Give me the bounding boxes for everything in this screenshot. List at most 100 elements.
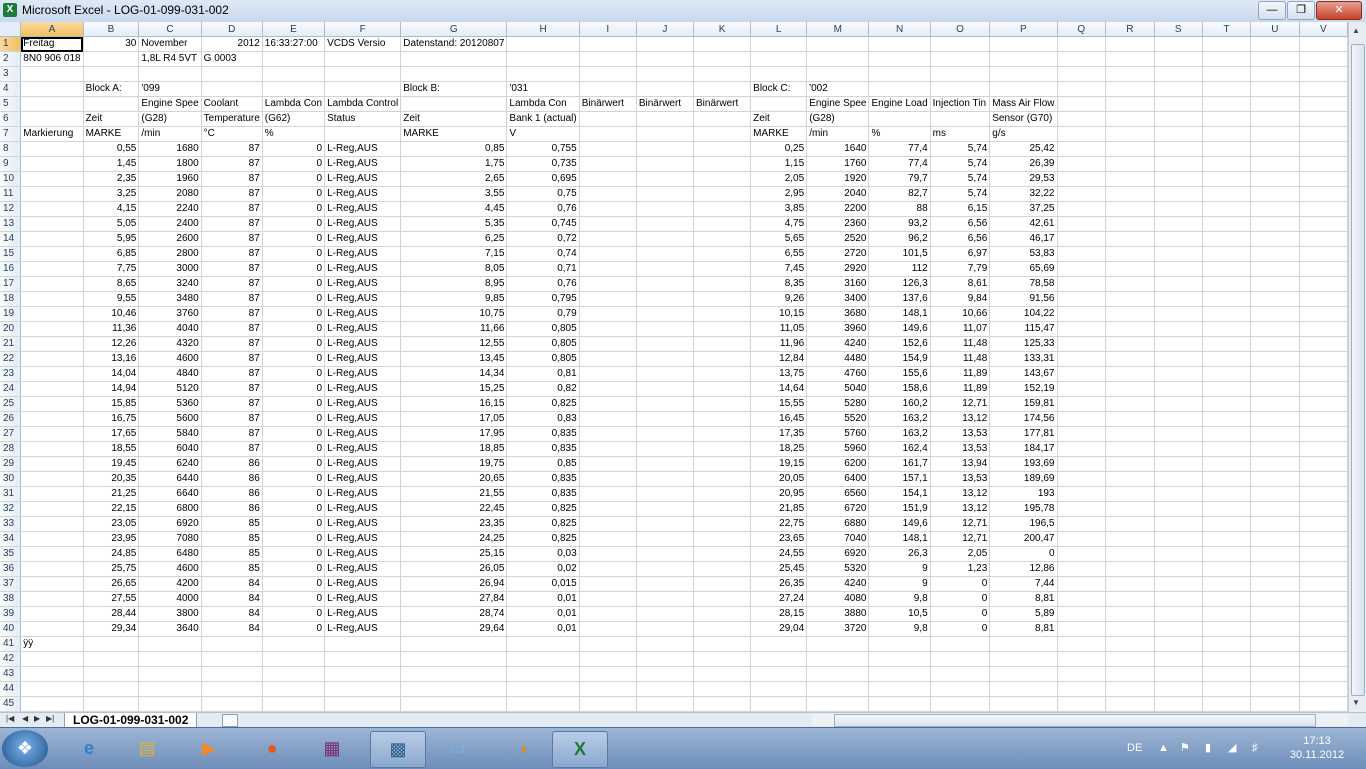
column-header-n[interactable]: N <box>868 22 931 37</box>
cell-g15[interactable]: 7,15 <box>400 246 508 262</box>
cell-d17[interactable]: 87 <box>201 276 263 292</box>
cell-u41[interactable] <box>1250 636 1300 652</box>
cell-q8[interactable] <box>1057 141 1107 157</box>
cell-s3[interactable] <box>1154 66 1203 82</box>
cell-i13[interactable] <box>579 216 637 232</box>
cell-o6[interactable] <box>930 111 991 127</box>
cell-i44[interactable] <box>579 681 637 697</box>
row-header[interactable]: 30 <box>0 471 22 487</box>
cell-e16[interactable]: 0 <box>262 261 326 277</box>
cell-l9[interactable]: 1,15 <box>750 156 808 172</box>
cell-a31[interactable] <box>20 486 84 502</box>
cell-e20[interactable]: 0 <box>262 321 326 337</box>
cell-a26[interactable] <box>20 411 84 427</box>
cell-i19[interactable] <box>579 306 637 322</box>
cell-m39[interactable]: 3880 <box>806 606 870 622</box>
cell-c24[interactable]: 5120 <box>138 381 202 397</box>
cell-i27[interactable] <box>579 426 637 442</box>
cell-f8[interactable]: L-Reg,AUS <box>324 141 402 157</box>
cell-n34[interactable]: 148,1 <box>868 531 931 547</box>
cell-u6[interactable] <box>1250 111 1300 127</box>
cell-v38[interactable] <box>1299 591 1348 607</box>
row-header[interactable]: 18 <box>0 291 22 307</box>
cell-n17[interactable]: 126,3 <box>868 276 931 292</box>
cell-n4[interactable] <box>868 81 931 97</box>
cell-s36[interactable] <box>1154 561 1203 577</box>
cell-k17[interactable] <box>693 276 752 292</box>
cell-r19[interactable] <box>1105 306 1155 322</box>
cell-d36[interactable]: 85 <box>201 561 263 577</box>
cell-e33[interactable]: 0 <box>262 516 326 532</box>
cell-l25[interactable]: 15,55 <box>750 396 808 412</box>
cell-g43[interactable] <box>400 666 508 682</box>
cell-h7[interactable]: V <box>506 126 580 142</box>
cell-a35[interactable] <box>20 546 84 562</box>
cell-s12[interactable] <box>1154 201 1203 217</box>
row-header[interactable]: 9 <box>0 156 22 172</box>
cell-l26[interactable]: 16,45 <box>750 411 808 427</box>
cell-d31[interactable]: 86 <box>201 486 263 502</box>
cell-f19[interactable]: L-Reg,AUS <box>324 306 402 322</box>
row-header[interactable]: 41 <box>0 636 22 652</box>
cell-a24[interactable] <box>20 381 84 397</box>
cell-d5[interactable]: Coolant <box>201 96 263 112</box>
cell-m24[interactable]: 5040 <box>806 381 870 397</box>
cell-b3[interactable] <box>83 66 140 82</box>
cell-q36[interactable] <box>1057 561 1107 577</box>
cell-g2[interactable] <box>400 51 508 67</box>
cell-v29[interactable] <box>1299 456 1348 472</box>
cell-s2[interactable] <box>1154 51 1203 67</box>
cell-v30[interactable] <box>1299 471 1348 487</box>
cell-d38[interactable]: 84 <box>201 591 263 607</box>
cell-b31[interactable]: 21,25 <box>83 486 140 502</box>
cell-a8[interactable] <box>20 141 84 157</box>
cell-n33[interactable]: 149,6 <box>868 516 931 532</box>
cell-c8[interactable]: 1680 <box>138 141 202 157</box>
cell-c39[interactable]: 3800 <box>138 606 202 622</box>
cell-r27[interactable] <box>1105 426 1155 442</box>
column-header-d[interactable]: D <box>201 22 263 37</box>
cell-b5[interactable] <box>83 96 140 112</box>
cell-v11[interactable] <box>1299 186 1348 202</box>
cell-v32[interactable] <box>1299 501 1348 517</box>
cell-f31[interactable]: L-Reg,AUS <box>324 486 402 502</box>
cell-v8[interactable] <box>1299 141 1348 157</box>
cell-f26[interactable]: L-Reg,AUS <box>324 411 402 427</box>
cell-b10[interactable]: 2,35 <box>83 171 140 187</box>
cell-q39[interactable] <box>1057 606 1107 622</box>
cell-a4[interactable] <box>20 81 84 97</box>
cell-l39[interactable]: 28,15 <box>750 606 808 622</box>
row-header[interactable]: 20 <box>0 321 22 337</box>
cell-a17[interactable] <box>20 276 84 292</box>
cell-j23[interactable] <box>636 366 695 382</box>
cell-p15[interactable]: 53,83 <box>989 246 1058 262</box>
cell-r34[interactable] <box>1105 531 1155 547</box>
cell-i16[interactable] <box>579 261 637 277</box>
cell-v16[interactable] <box>1299 261 1348 277</box>
cell-g6[interactable]: Zeit <box>400 111 508 127</box>
cell-p8[interactable]: 25,42 <box>989 141 1058 157</box>
cell-v36[interactable] <box>1299 561 1348 577</box>
cell-k38[interactable] <box>693 591 752 607</box>
cell-h23[interactable]: 0,81 <box>506 366 580 382</box>
cell-o43[interactable] <box>930 666 991 682</box>
cell-s14[interactable] <box>1154 231 1203 247</box>
cell-n11[interactable]: 82,7 <box>868 186 931 202</box>
cell-q32[interactable] <box>1057 501 1107 517</box>
cell-i11[interactable] <box>579 186 637 202</box>
cell-q11[interactable] <box>1057 186 1107 202</box>
cell-a34[interactable] <box>20 531 84 547</box>
cell-d11[interactable]: 87 <box>201 186 263 202</box>
cell-f44[interactable] <box>324 681 402 697</box>
cell-p44[interactable] <box>989 681 1058 697</box>
cell-g13[interactable]: 5,35 <box>400 216 508 232</box>
cell-q25[interactable] <box>1057 396 1107 412</box>
cell-d39[interactable]: 84 <box>201 606 263 622</box>
cell-u26[interactable] <box>1250 411 1300 427</box>
cell-s4[interactable] <box>1154 81 1203 97</box>
cell-p38[interactable]: 8,81 <box>989 591 1058 607</box>
cell-o34[interactable]: 12,71 <box>930 531 991 547</box>
cell-v7[interactable] <box>1299 126 1348 142</box>
cell-e18[interactable]: 0 <box>262 291 326 307</box>
cell-p41[interactable] <box>989 636 1058 652</box>
